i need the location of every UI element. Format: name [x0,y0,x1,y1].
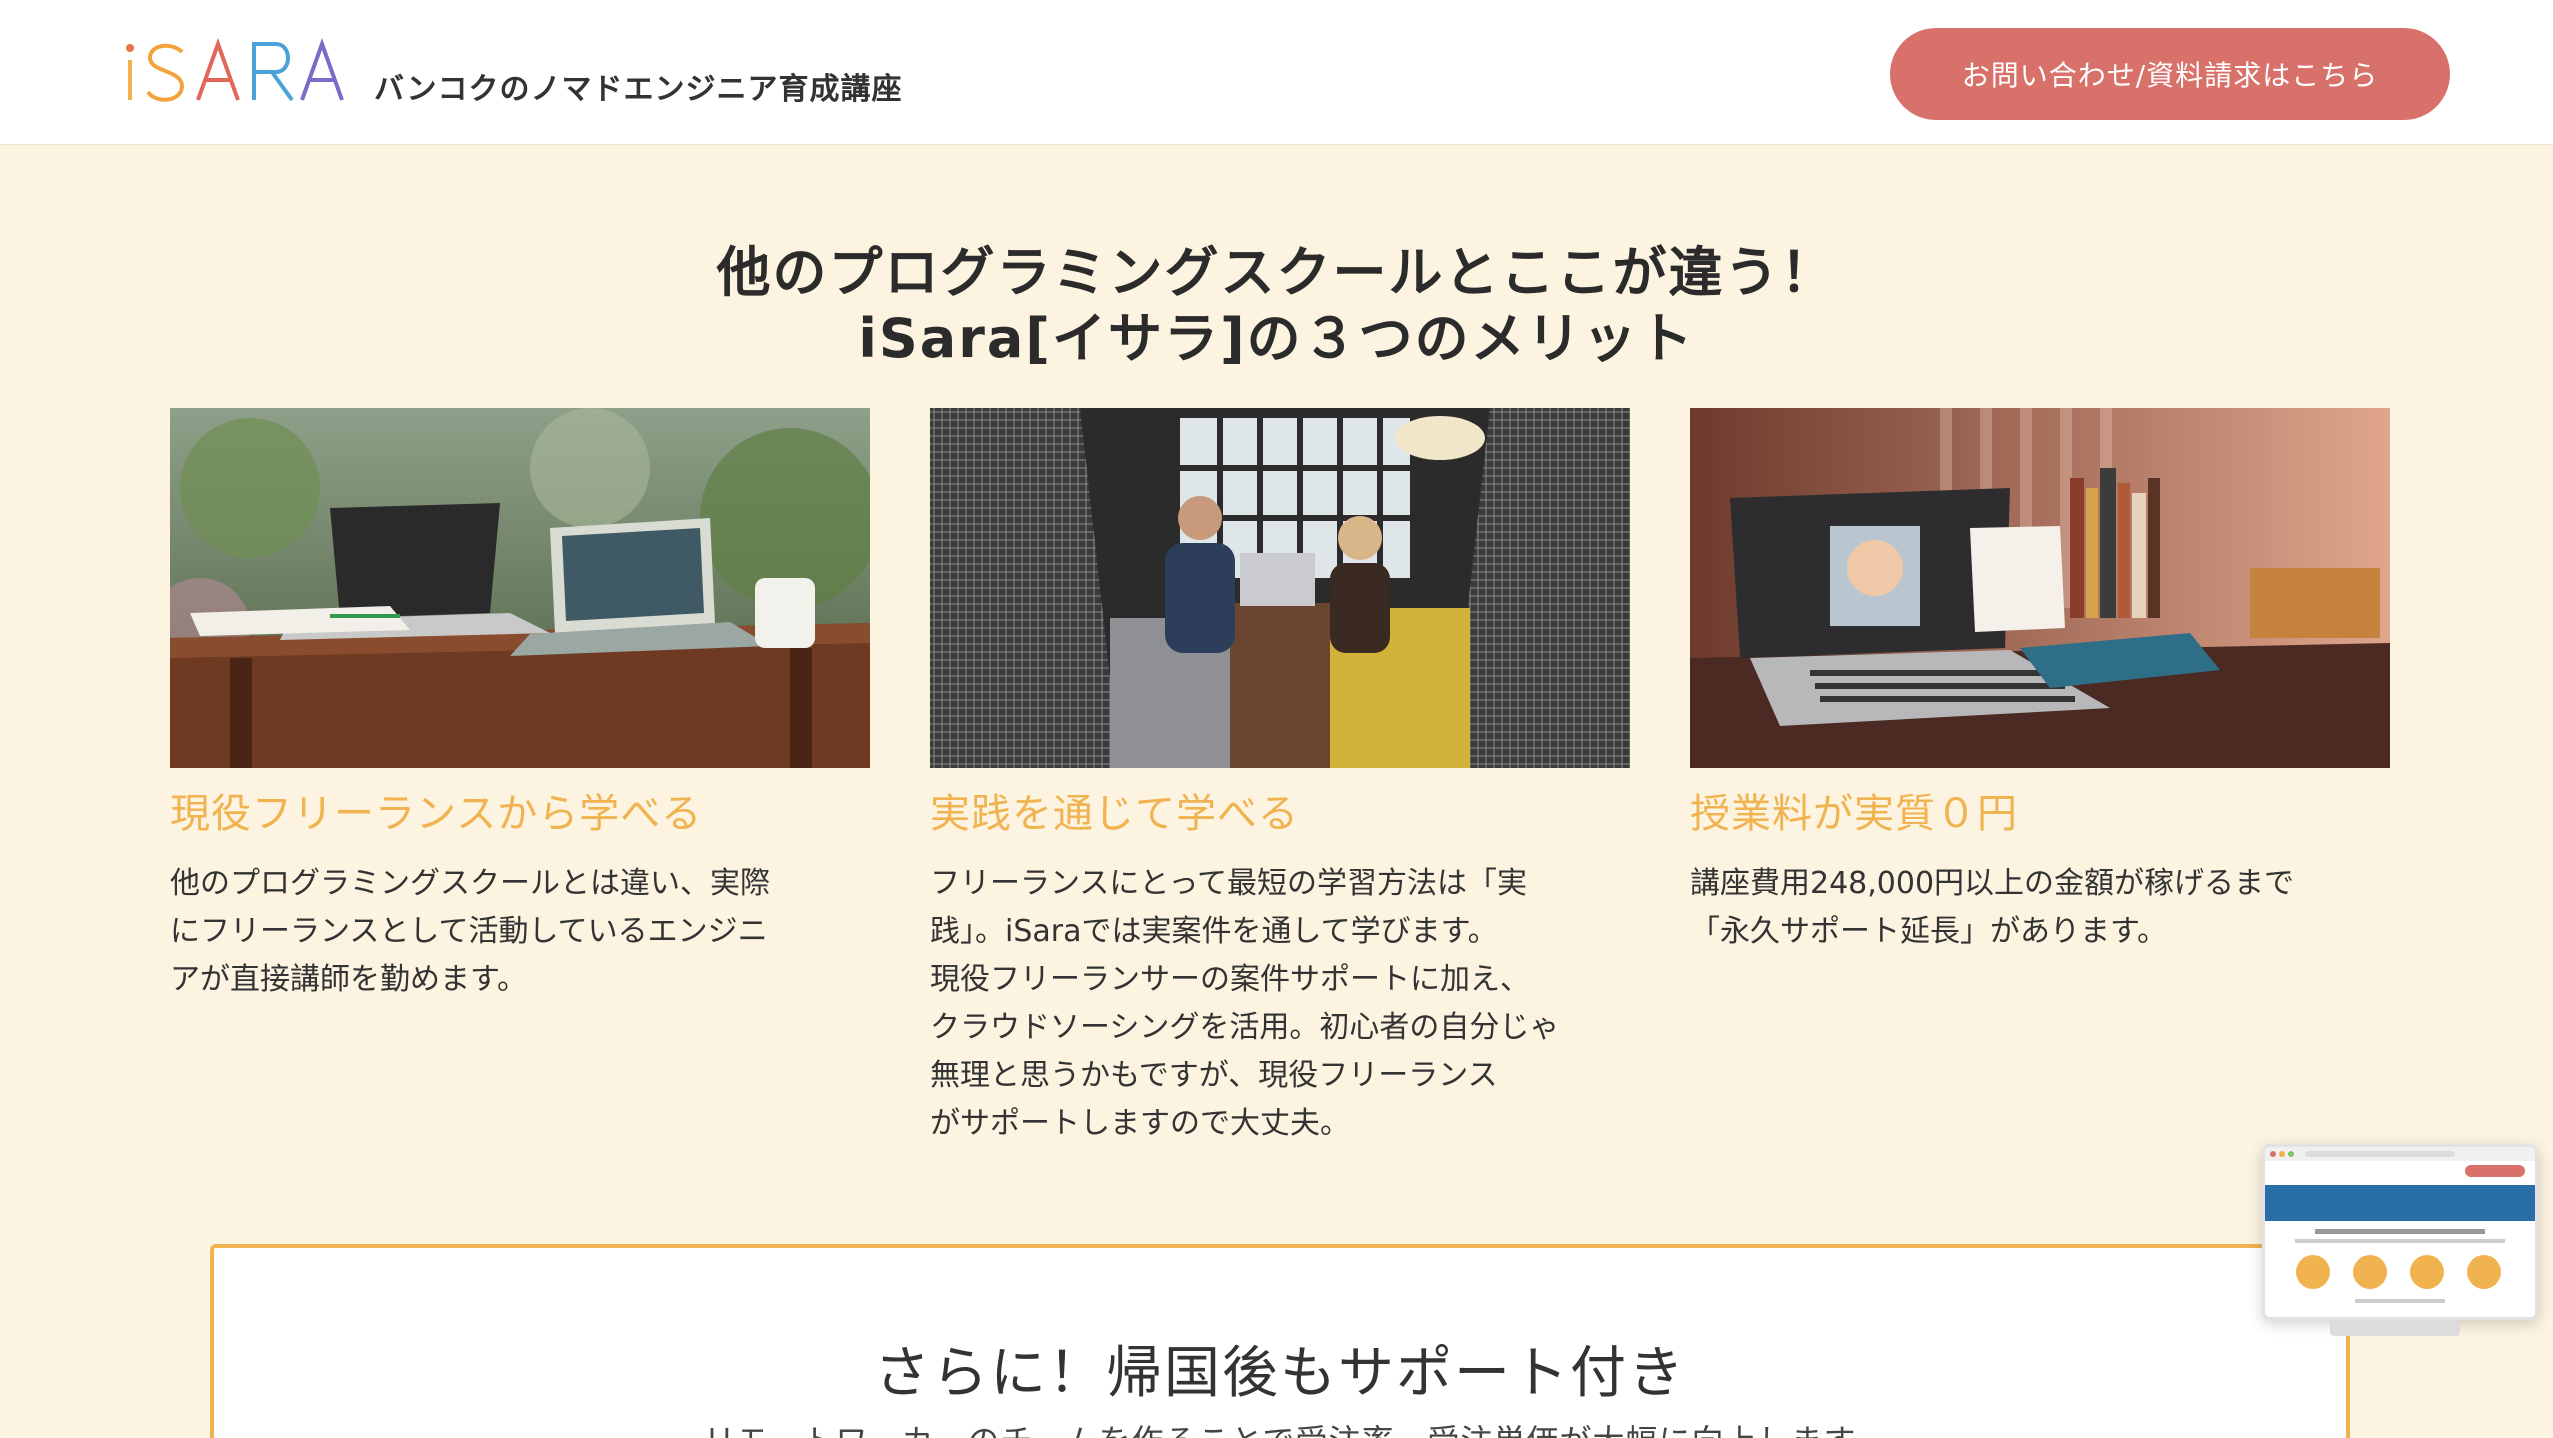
floating-site-preview-widget[interactable] [2262,1144,2538,1320]
site-preview-thumbnail [2265,1147,2535,1317]
support-subtitle: リモートワーカーのチームを作ることで受注率、受注単価が大幅に向上します [214,1416,2346,1438]
merit-card-2: 実践を通じて学べる フリーランスにとって最短の学習方法は「実 践」。iSaraで… [930,408,1630,1148]
laptops-on-outdoor-table-photo [170,408,870,768]
site-header: バンコクのノマドエンジニア育成講座 お問い合わせ/資料請求はこちら [0,0,2553,145]
merit-text-3: 講座費用248,000円以上の金額が稼げるまで 「永久サポート延長」があります。 [1690,866,2295,949]
merit-heading-1: 現役フリーランスから学べる [170,791,703,837]
merits-section-title: 他のプログラミングスクールとここが違う！ iSara[イサラ]の３つのメリット [0,240,2553,372]
merit-card-1: 現役フリーランスから学べる 他のプログラミングスクールとは違い、実際 にフリーラ… [170,408,870,1004]
merits-title-line2: iSara[イサラ]の３つのメリット [858,307,1695,370]
support-title: さらに！帰国後もサポート付き [874,1341,1686,1406]
merit-heading-3: 授業料が実質０円 [1690,791,2018,837]
laptop-photo-editing-desk-photo [1690,408,2390,768]
merits-title-line1: 他のプログラミングスクールとここが違う！ [716,241,1837,304]
merit-card-3: 授業料が実質０円 講座費用248,000円以上の金額が稼げるまで 「永久サポート… [1690,408,2390,956]
widget-stand [2330,1320,2460,1336]
site-tagline: バンコクのノマドエンジニア育成講座 [374,72,903,107]
isara-logo[interactable] [120,30,360,110]
after-return-support-box: さらに！帰国後もサポート付き リモートワーカーのチームを作ることで受注率、受注単… [210,1244,2350,1438]
contact-request-button[interactable]: お問い合わせ/資料請求はこちら [1890,28,2450,120]
merit-text-1: 他のプログラミングスクールとは違い、実際 にフリーランスとして活動しているエンジ… [170,866,770,997]
merit-heading-2: 実践を通じて学べる [930,791,1299,837]
two-people-working-on-laptop-photo [930,408,1630,768]
merit-text-2: フリーランスにとって最短の学習方法は「実 践」。iSaraでは実案件を通して学び… [930,866,1560,1141]
